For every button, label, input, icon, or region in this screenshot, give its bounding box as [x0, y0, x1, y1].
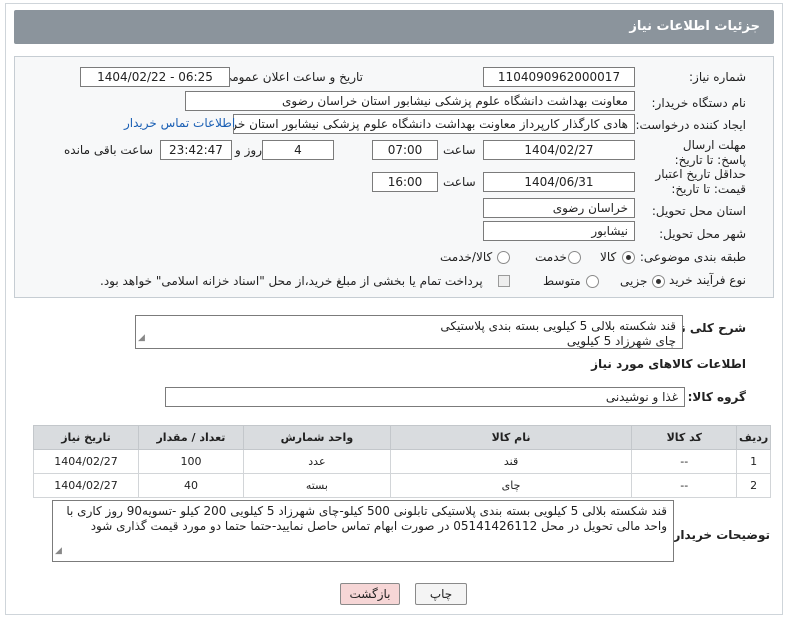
category-radio-goods-service[interactable] — [497, 251, 510, 264]
buyer-notes-text: قند شکسته بلالی 5 کیلویی بسته بندی پلاست… — [66, 504, 667, 533]
days-label: روز و — [235, 143, 262, 157]
announce-field[interactable]: 1404/02/22 - 06:25 — [80, 67, 230, 87]
cell-name: چای — [389, 473, 633, 498]
province-label: استان محل تحویل: — [651, 204, 746, 218]
creator-field[interactable]: هادی کارگذار کارپرداز معاونت بهداشت دانش… — [233, 114, 635, 134]
cell-qty: 100 — [138, 449, 244, 474]
buyer-notes-textarea[interactable]: قند شکسته بلالی 5 کیلویی بسته بندی پلاست… — [52, 500, 674, 562]
resize-grip-icon[interactable]: ◢ — [55, 544, 62, 559]
summary-line-1: قند شکسته بلالی 5 کیلویی بسته بندی پلاست… — [440, 319, 676, 333]
deadline-date-field[interactable]: 1404/02/27 — [483, 140, 635, 160]
process-radio-medium[interactable] — [586, 275, 599, 288]
category-label: طبقه بندی موضوعی: — [639, 250, 746, 264]
goods-section-title: اطلاعات کالاهای مورد نیاز — [591, 357, 746, 371]
cell-date: 1404/02/27 — [33, 473, 139, 498]
treasury-payment-note: پرداخت تمام یا بخشی از مبلغ خرید،از محل … — [100, 274, 483, 288]
city-field[interactable]: نیشابور — [483, 221, 635, 241]
process-radio-minor[interactable] — [652, 275, 665, 288]
creator-label: ایجاد کننده درخواست: — [635, 118, 746, 132]
remaining-time-field[interactable]: 23:42:47 — [160, 140, 232, 160]
buyer-org-field[interactable]: معاونت بهداشت دانشگاه علوم پزشکی نیشابور… — [185, 91, 635, 111]
col-code: کد کالا — [631, 425, 738, 450]
process-option-minor: جزیی — [620, 274, 648, 288]
summary-textarea[interactable]: قند شکسته بلالی 5 کیلویی بسته بندی پلاست… — [135, 315, 683, 349]
goods-table-header: ردیف کد کالا نام کالا واحد شمارش تعداد /… — [33, 425, 771, 450]
resize-grip-icon[interactable]: ◢ — [138, 331, 145, 346]
city-label: شهر محل تحویل: — [659, 227, 746, 241]
category-option-goods: کالا — [600, 250, 617, 264]
cell-row: 2 — [736, 473, 771, 498]
treasury-payment-checkbox[interactable] — [498, 275, 510, 287]
category-option-goods-service: کالا/خدمت — [440, 250, 493, 264]
buyer-org-label: نام دستگاه خریدار: — [651, 96, 747, 110]
buyer-contact-link[interactable]: اطلاعات تماس خریدار — [124, 116, 235, 130]
cell-code: -- — [631, 449, 738, 474]
validity-label: حداقل تاریخ اعتبار قیمت: تا تاریخ: — [655, 167, 746, 196]
cell-name: قند — [389, 449, 633, 474]
cell-code: -- — [631, 473, 738, 498]
days-field[interactable]: 4 — [262, 140, 334, 160]
cell-unit: عدد — [242, 449, 391, 474]
table-row[interactable]: 1 -- قند عدد 100 1404/02/27 — [33, 449, 771, 474]
category-radio-service[interactable] — [568, 251, 581, 264]
summary-line-2: چای شهرزاد 5 کیلویی — [566, 334, 676, 348]
category-option-service: خدمت — [535, 250, 567, 264]
goods-group-label: گروه کالا: — [687, 390, 746, 404]
print-button[interactable]: چاپ — [415, 583, 467, 605]
goods-table: ردیف کد کالا نام کالا واحد شمارش تعداد /… — [33, 425, 771, 498]
deadline-time-field[interactable]: 07:00 — [372, 140, 438, 160]
col-row: ردیف — [736, 425, 771, 450]
col-unit: واحد شمارش — [242, 425, 391, 450]
cell-unit: بسته — [242, 473, 391, 498]
page-header: جزئیات اطلاعات نیاز — [14, 10, 774, 44]
cell-row: 1 — [736, 449, 771, 474]
col-date: تاریخ نیاز — [33, 425, 139, 450]
cell-date: 1404/02/27 — [33, 449, 139, 474]
goods-group-field[interactable]: غذا و نوشیدنی — [165, 387, 685, 407]
buyer-notes-label: توضیحات خریدار: — [668, 528, 770, 542]
deadline-time-label: ساعت — [443, 143, 476, 157]
col-name: نام کالا — [389, 425, 633, 450]
need-number-label: شماره نیاز: — [689, 70, 746, 84]
process-option-medium: متوسط — [543, 274, 581, 288]
validity-time-label: ساعت — [443, 175, 476, 189]
deadline-label: مهلت ارسال پاسخ: تا تاریخ: — [674, 138, 746, 167]
process-label: نوع فرآیند خرید : — [661, 273, 746, 287]
remaining-label: ساعت باقی مانده — [64, 143, 154, 157]
need-number-field[interactable]: 1104090962000017 — [483, 67, 635, 87]
announce-label: تاریخ و ساعت اعلان عمومی: — [218, 70, 363, 84]
cell-qty: 40 — [138, 473, 244, 498]
province-field[interactable]: خراسان رضوی — [483, 198, 635, 218]
category-radio-goods[interactable] — [622, 251, 635, 264]
back-button[interactable]: بازگشت — [340, 583, 400, 605]
validity-time-field[interactable]: 16:00 — [372, 172, 438, 192]
table-row[interactable]: 2 -- چای بسته 40 1404/02/27 — [33, 473, 771, 498]
col-qty: تعداد / مقدار — [138, 425, 244, 450]
validity-date-field[interactable]: 1404/06/31 — [483, 172, 635, 192]
